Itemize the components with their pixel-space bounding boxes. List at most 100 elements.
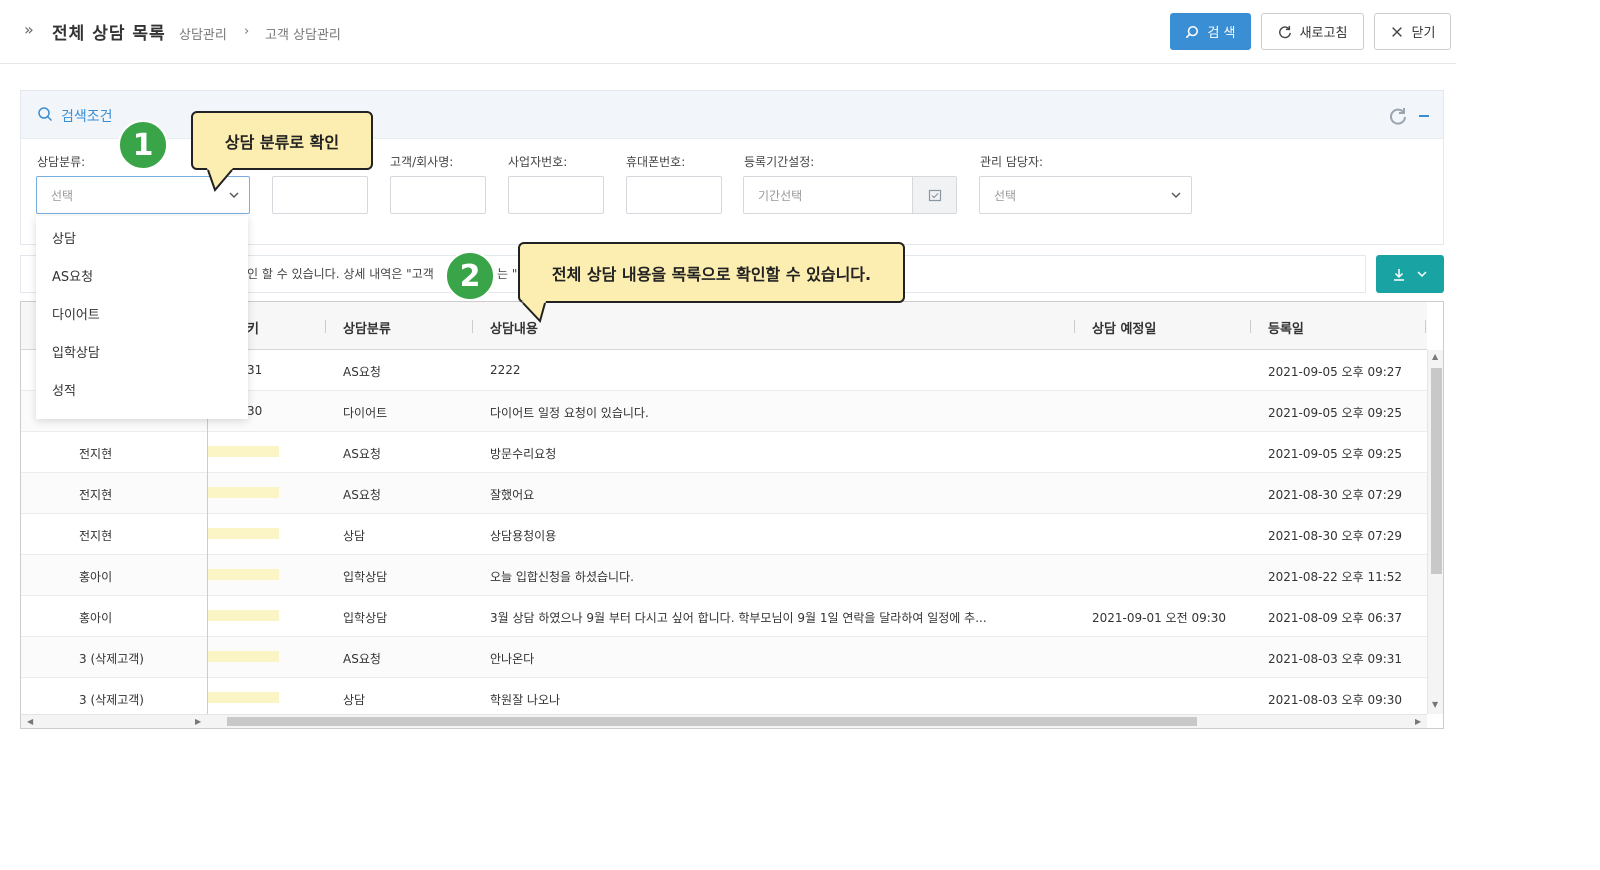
cell-customer-name: 3 (삭제고객) <box>79 652 144 666</box>
search-button[interactable]: 검 색 <box>1170 13 1251 50</box>
cell-registered-date: 2021-08-30 오후 07:29 <box>1268 488 1403 502</box>
page-title: 전체 상담 목록 <box>52 24 166 44</box>
phone-label: 휴대폰번호: <box>626 155 686 169</box>
cell-category: AS요청 <box>343 365 381 379</box>
collapse-icon[interactable] <box>1419 115 1429 117</box>
phone-input[interactable] <box>626 176 722 214</box>
highlight-bar <box>207 569 279 580</box>
scroll-down-icon[interactable]: ▼ <box>1432 700 1438 709</box>
callout-2-text: 전체 상담 내용을 목록으로 확인할 수 있습니다. <box>551 264 872 284</box>
refresh-button-label: 새로고침 <box>1299 26 1348 41</box>
cell-registered-date: 2021-08-03 오후 09:31 <box>1268 652 1403 666</box>
column-divider <box>1074 320 1075 333</box>
table-row[interactable]: 3 (삭제고객) AS요청 안나온다 2021-08-03 오후 09:31 <box>21 637 1427 678</box>
dropdown-option[interactable]: 상담 <box>36 221 248 259</box>
callout-2: 전체 상담 내용을 목록으로 확인할 수 있습니다. <box>518 242 905 323</box>
vertical-scrollbar[interactable]: ▲ ▼ <box>1427 350 1443 714</box>
cell-content: 학원잘 나오나 <box>490 693 561 707</box>
table-row[interactable]: 홍아이 입학상담 오늘 입합신청을 하셨습니다. 2021-08-22 오후 11:5… <box>21 555 1427 596</box>
callout-pointer-icon <box>522 301 546 323</box>
cell-key: 30 <box>247 404 263 418</box>
highlight-bar <box>207 651 279 662</box>
dropdown-option[interactable]: 다이어트 <box>36 297 248 335</box>
highlight-bar <box>207 528 279 539</box>
cell-category: 상담 <box>343 693 366 707</box>
customer-label: 고객/회사명: <box>390 155 454 169</box>
top-bar: » 전체 상담 목록 상담관리 › 고객 상담관리 검 색 새로고침 닫기 <box>0 0 1456 64</box>
search-button-label: 검 색 <box>1207 26 1236 41</box>
table-row[interactable]: 전지현 AS요청 방문수리요청 2021-09-05 오후 09:25 <box>21 432 1427 473</box>
cell-category: AS요청 <box>343 652 381 666</box>
bizno-input[interactable] <box>508 176 604 214</box>
scroll-right-icon[interactable]: ▶ <box>1415 717 1421 726</box>
scrollbar-thumb[interactable] <box>227 717 1197 726</box>
column-header[interactable]: 등록일 <box>1268 318 1304 337</box>
cell-content: 잘했어요 <box>490 488 535 502</box>
breadcrumb-item[interactable]: 고객 상담관리 <box>265 24 341 43</box>
bizno-label: 사업자번호: <box>508 155 568 169</box>
callout-badge-1: 1 <box>118 120 168 170</box>
cell-customer-name: 전지현 <box>79 488 113 502</box>
dropdown-option[interactable]: 성적 <box>36 373 248 411</box>
cell-content: 안나온다 <box>490 652 535 666</box>
column-header[interactable]: 상담분류 <box>343 318 391 337</box>
double-chevron-icon[interactable]: » <box>24 20 34 39</box>
cell-registered-date: 2021-08-09 오후 06:37 <box>1268 611 1403 625</box>
dropdown-option[interactable]: 입학상담 <box>36 335 248 373</box>
customer-input[interactable] <box>390 176 486 214</box>
chevron-down-icon <box>1171 192 1181 198</box>
category-label: 상담분류: <box>37 155 86 169</box>
cell-content: 오늘 입합신청을 하셨습니다. <box>490 570 634 584</box>
table-row[interactable]: 홍아이 입학상담 3월 상담 하였으나 9월 부터 다시고 싶어 합니다. 학부모님… <box>21 596 1427 637</box>
cell-content: 2222 <box>490 363 521 377</box>
scroll-right-icon[interactable]: ▶ <box>195 717 201 726</box>
close-icon <box>1391 26 1402 37</box>
dropdown-option[interactable]: AS요청 <box>36 259 248 297</box>
highlight-bar <box>207 487 279 498</box>
refresh-button[interactable]: 새로고침 <box>1261 13 1364 50</box>
close-button[interactable]: 닫기 <box>1374 13 1451 50</box>
table-row[interactable]: 3 (삭제고객) 상담 학원잘 나오나 2021-08-03 오후 09:30 <box>21 678 1427 719</box>
table-row[interactable]: 전지현 상담 상담용청이용 2021-08-30 오후 07:29 <box>21 514 1427 555</box>
cell-category: 상담 <box>343 529 366 543</box>
cell-registered-date: 2021-09-05 오후 09:27 <box>1268 365 1403 379</box>
cell-customer-name: 홍아이 <box>79 611 113 625</box>
cell-customer-name: 전지현 <box>79 529 113 543</box>
period-placeholder: 기간선택 <box>758 188 803 203</box>
calendar-button[interactable] <box>912 177 956 213</box>
cell-key: 31 <box>247 363 263 377</box>
info-text-tail: 는 " <box>497 267 518 281</box>
cell-content: 3월 상담 하였으나 9월 부터 다시고 싶어 합니다. 학부모님이 9월 1일… <box>490 611 987 625</box>
search-icon <box>38 107 53 122</box>
callout-1: 상담 분류로 확인 <box>191 111 373 192</box>
manager-select[interactable]: 선택 <box>979 176 1192 214</box>
search-icon <box>1186 25 1199 38</box>
scrollbar-thumb[interactable] <box>1431 368 1442 574</box>
download-icon <box>1394 268 1404 281</box>
cell-category: AS요청 <box>343 447 381 461</box>
column-divider <box>1250 320 1251 333</box>
column-header[interactable]: 키 <box>247 318 259 337</box>
table-row[interactable]: 전지현 AS요청 잘했어요 2021-08-30 오후 07:29 <box>21 473 1427 514</box>
column-header[interactable]: 상담 예정일 <box>1092 318 1156 337</box>
scroll-up-icon[interactable]: ▲ <box>1432 352 1438 361</box>
scroll-left-icon[interactable]: ◀ <box>27 717 33 726</box>
cell-scheduled-date: 2021-09-01 오전 09:30 <box>1092 611 1227 625</box>
search-panel-title: 검색조건 <box>61 109 113 125</box>
horizontal-scrollbar[interactable]: ◀ ▶ ▶ <box>21 714 1427 728</box>
cell-registered-date: 2021-08-22 오후 11:52 <box>1268 570 1403 584</box>
highlight-bar <box>207 692 279 703</box>
info-text: 인 할 수 있습니다. 상세 내역은 "고객 <box>247 267 434 281</box>
cell-customer-name: 전지현 <box>79 447 113 461</box>
breadcrumb-separator-icon: › <box>244 24 250 39</box>
text-input[interactable] <box>272 176 368 214</box>
callout-pointer-icon <box>207 168 233 192</box>
refresh-icon <box>1278 25 1291 38</box>
panel-refresh-icon[interactable] <box>1389 107 1407 125</box>
callout-1-text: 상담 분류로 확인 <box>224 132 340 152</box>
cell-content: 방문수리요청 <box>490 447 557 461</box>
manager-label: 관리 담당자: <box>980 155 1044 169</box>
download-button[interactable] <box>1376 255 1444 293</box>
breadcrumb-item[interactable]: 상담관리 <box>179 24 227 43</box>
period-input[interactable]: 기간선택 <box>743 176 957 214</box>
